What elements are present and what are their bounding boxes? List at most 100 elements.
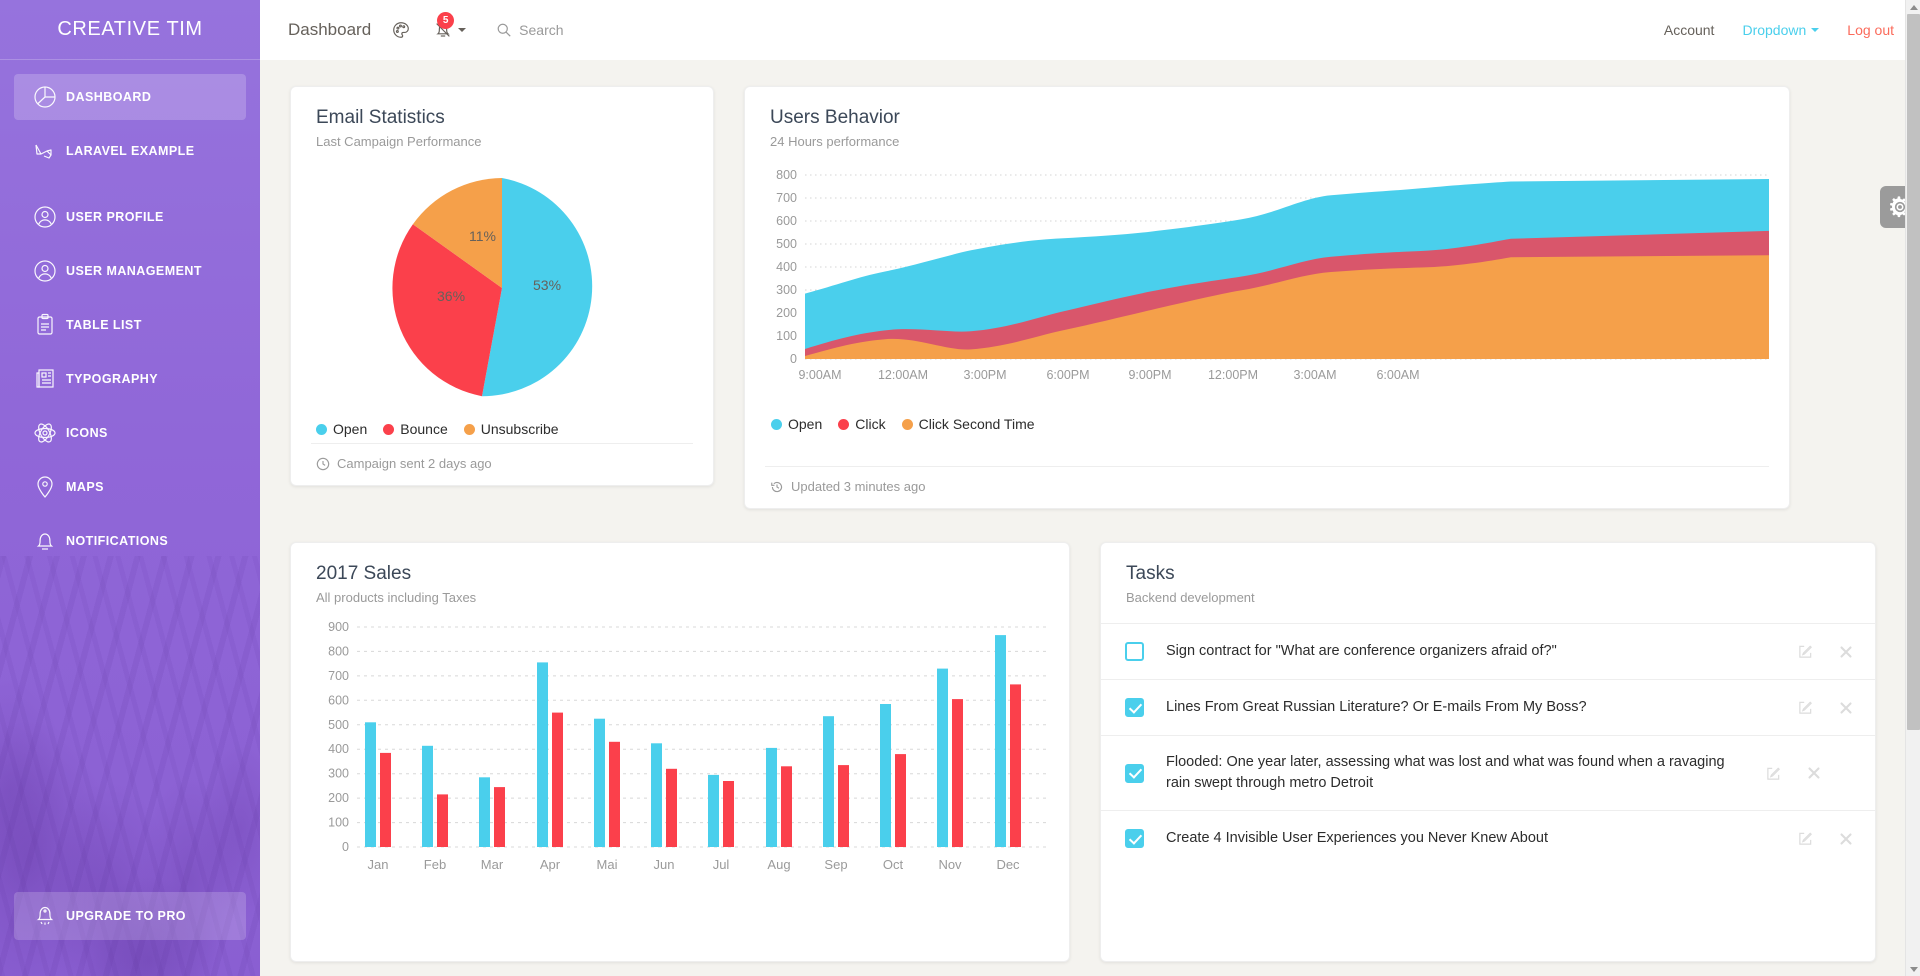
- close-icon[interactable]: [1839, 645, 1853, 659]
- legend-item[interactable]: Open: [771, 416, 822, 432]
- pie-label-open: 53%: [533, 277, 562, 293]
- pie-chart-svg: [392, 178, 593, 397]
- sidebar-item-notifications[interactable]: Notifications: [14, 518, 246, 564]
- task-actions: [1798, 644, 1853, 659]
- bar: [937, 668, 948, 847]
- account-link[interactable]: Account: [1664, 22, 1715, 38]
- area-chart-svg: 800700600 500400300 2001000 9:00AM 12:00…: [776, 168, 1769, 382]
- edit-icon[interactable]: [1798, 700, 1813, 715]
- edit-icon[interactable]: [1798, 831, 1813, 846]
- pie-chart-icon: [24, 84, 66, 110]
- svg-text:800: 800: [328, 644, 349, 658]
- edit-icon[interactable]: [1766, 766, 1781, 781]
- brand-logo[interactable]: CREATIVE TIM: [0, 0, 260, 60]
- main-panel: Dashboard 5 Search Account Dropdown Log …: [260, 0, 1920, 976]
- notifications-dropdown[interactable]: 5: [429, 12, 470, 44]
- task-actions: [1798, 831, 1853, 846]
- email-statistics-header: Email Statistics Last Campaign Performan…: [291, 87, 713, 149]
- task-checkbox[interactable]: [1125, 642, 1144, 661]
- bar: [995, 635, 1006, 847]
- pie-chart-canvas: 53% 36% 11%: [387, 173, 617, 403]
- bar: [552, 712, 563, 847]
- svg-text:Jul: Jul: [713, 857, 730, 872]
- legend-item[interactable]: Click Second Time: [901, 416, 1035, 432]
- task-label: Lines From Great Russian Literature? Or …: [1166, 698, 1587, 715]
- bar: [781, 766, 792, 847]
- legend-item[interactable]: Click: [838, 416, 886, 432]
- task-checkbox[interactable]: [1125, 763, 1144, 783]
- task-checkbox[interactable]: [1125, 698, 1144, 717]
- sidebar-item-icons[interactable]: Icons: [14, 410, 246, 456]
- task-label: Flooded: One year later, assessing what …: [1166, 754, 1725, 792]
- page-title: Dashboard: [288, 20, 372, 39]
- svg-text:500: 500: [776, 237, 797, 251]
- task-row[interactable]: Create 4 Invisible User Experiences you …: [1101, 810, 1875, 866]
- bell-icon: [24, 528, 66, 554]
- legend-item[interactable]: Unsubscribe: [463, 421, 559, 437]
- users-behavior-header: Users Behavior 24 Hours performance: [745, 87, 1789, 149]
- card-subtitle: Backend development: [1126, 590, 1255, 605]
- legend-label: Open: [788, 416, 823, 432]
- svg-text:0: 0: [342, 840, 349, 854]
- search-input[interactable]: Search: [496, 22, 564, 38]
- svg-text:800: 800: [776, 168, 797, 182]
- sidebar-nav: Dashboard Laravel Example User Profile: [0, 60, 260, 564]
- legend-label: Bounce: [400, 421, 448, 437]
- row-top: Email Statistics Last Campaign Performan…: [290, 86, 1890, 509]
- svg-text:400: 400: [776, 260, 797, 274]
- bar: [838, 765, 849, 847]
- edit-icon[interactable]: [1798, 644, 1813, 659]
- search-icon: [497, 23, 511, 37]
- sidebar-item-maps[interactable]: Maps: [14, 464, 246, 510]
- sidebar-item-typography[interactable]: Typography: [14, 356, 246, 402]
- svg-text:Dec: Dec: [996, 857, 1020, 872]
- bar: [380, 752, 391, 847]
- svg-text:Jun: Jun: [654, 857, 675, 872]
- task-label: Create 4 Invisible User Experiences you …: [1166, 830, 1549, 847]
- scrollbar-thumb[interactable]: [1907, 14, 1920, 730]
- sidebar-item-dashboard[interactable]: Dashboard: [14, 74, 246, 120]
- close-icon[interactable]: [1839, 701, 1853, 715]
- svg-text:100: 100: [776, 329, 797, 343]
- logout-link[interactable]: Log out: [1847, 22, 1894, 38]
- scroll-down-arrow[interactable]: [1906, 962, 1920, 976]
- svg-text:12:00AM: 12:00AM: [878, 368, 928, 382]
- dropdown-link[interactable]: Dropdown: [1742, 22, 1820, 38]
- bar: [494, 787, 505, 847]
- legend-dot-open: [771, 418, 782, 430]
- svg-text:300: 300: [328, 767, 349, 781]
- svg-text:700: 700: [328, 669, 349, 683]
- legend-dot-open: [316, 423, 327, 435]
- sidebar-item-label: Icons: [66, 426, 108, 440]
- history-icon: [771, 481, 783, 492]
- svg-text:3:00PM: 3:00PM: [963, 368, 1006, 382]
- svg-text:200: 200: [328, 791, 349, 805]
- scroll-up-arrow[interactable]: [1906, 0, 1920, 14]
- legend-label: Open: [333, 421, 368, 437]
- task-checkbox[interactable]: [1125, 829, 1144, 849]
- legend-item[interactable]: Open: [316, 421, 367, 437]
- pie-label-bounce: 36%: [437, 288, 466, 304]
- chevron-down-icon: [458, 28, 467, 32]
- bar: [666, 768, 677, 847]
- upgrade-to-pro-button[interactable]: Upgrade to Pro: [14, 892, 246, 940]
- sidebar-item-laravel-example[interactable]: Laravel Example: [14, 128, 246, 174]
- page-scrollbar[interactable]: [1905, 0, 1920, 976]
- bar: [880, 704, 891, 847]
- close-icon[interactable]: [1839, 832, 1853, 846]
- palette-icon[interactable]: [387, 16, 415, 44]
- legend-item[interactable]: Bounce: [383, 421, 448, 437]
- clock-icon: [316, 457, 330, 470]
- sidebar-item-user-management[interactable]: User Management: [14, 248, 246, 294]
- bar: [651, 743, 662, 847]
- task-row[interactable]: Sign contract for "What are conference o…: [1101, 623, 1875, 679]
- sidebar-item-user-profile[interactable]: User Profile: [14, 194, 246, 240]
- task-row[interactable]: Flooded: One year later, assessing what …: [1101, 735, 1875, 810]
- svg-text:Sep: Sep: [824, 857, 847, 872]
- task-row[interactable]: Lines From Great Russian Literature? Or …: [1101, 679, 1875, 735]
- pie-chart: 53% 36% 11%: [291, 149, 713, 413]
- svg-text:Feb: Feb: [424, 857, 446, 872]
- close-icon[interactable]: [1807, 766, 1821, 780]
- bar: [1010, 684, 1021, 847]
- sidebar-item-table-list[interactable]: Table List: [14, 302, 246, 348]
